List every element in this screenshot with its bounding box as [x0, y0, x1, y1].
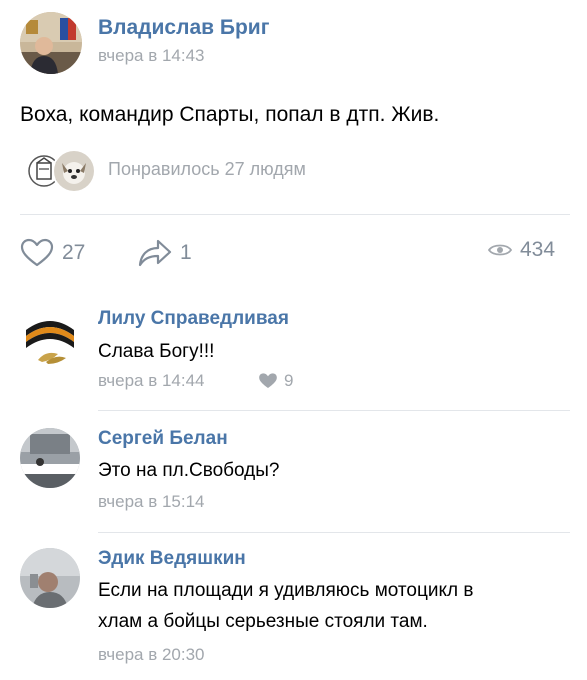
comment-author[interactable]: Эдик Ведяшкин	[98, 548, 246, 570]
comment-author[interactable]: Сергей Белан	[98, 428, 228, 450]
eye-icon	[488, 244, 512, 256]
comment-avatar[interactable]	[20, 310, 80, 370]
like-button[interactable]: 27	[20, 238, 85, 268]
divider	[20, 214, 570, 215]
views-counter: 434	[488, 238, 555, 262]
share-button[interactable]: 1	[138, 238, 192, 268]
comment-like-count: 9	[284, 371, 294, 390]
comment-text-line-1: Если на площади я удивляюсь мотоцикл в	[98, 580, 474, 601]
author-name[interactable]: Владислав Бриг	[98, 16, 269, 40]
post-timestamp[interactable]: вчера в 14:43	[98, 46, 205, 66]
comment-timestamp[interactable]: вчера в 14:44	[98, 371, 205, 391]
comment-timestamp[interactable]: вчера в 15:14	[98, 492, 205, 512]
heart-icon	[20, 238, 54, 267]
likers-summary[interactable]: Понравилось 27 людям	[108, 159, 306, 180]
comment-text: Это на пл.Свободы?	[98, 460, 280, 481]
share-count: 1	[180, 241, 192, 264]
like-count: 27	[62, 241, 86, 264]
share-arrow-icon	[138, 239, 172, 267]
divider	[98, 410, 570, 411]
author-avatar[interactable]	[20, 12, 82, 74]
comment-text-line-2: хлам а бойцы серьезные стояли там.	[98, 611, 428, 632]
small-heart-icon	[259, 373, 277, 389]
comment-timestamp[interactable]: вчера в 20:30	[98, 645, 205, 665]
divider	[98, 532, 570, 533]
liker-avatar[interactable]	[52, 149, 96, 193]
comment-author[interactable]: Лилу Справедливая	[98, 308, 289, 330]
post-text: Воха, командир Спарты, попал в дтп. Жив.	[20, 103, 440, 126]
comment-like-button[interactable]: 9	[258, 371, 293, 391]
views-count: 434	[520, 238, 556, 261]
comment-avatar[interactable]	[20, 428, 80, 488]
comment-avatar[interactable]	[20, 548, 80, 608]
comment-text: Слава Богу!!!	[98, 341, 215, 362]
